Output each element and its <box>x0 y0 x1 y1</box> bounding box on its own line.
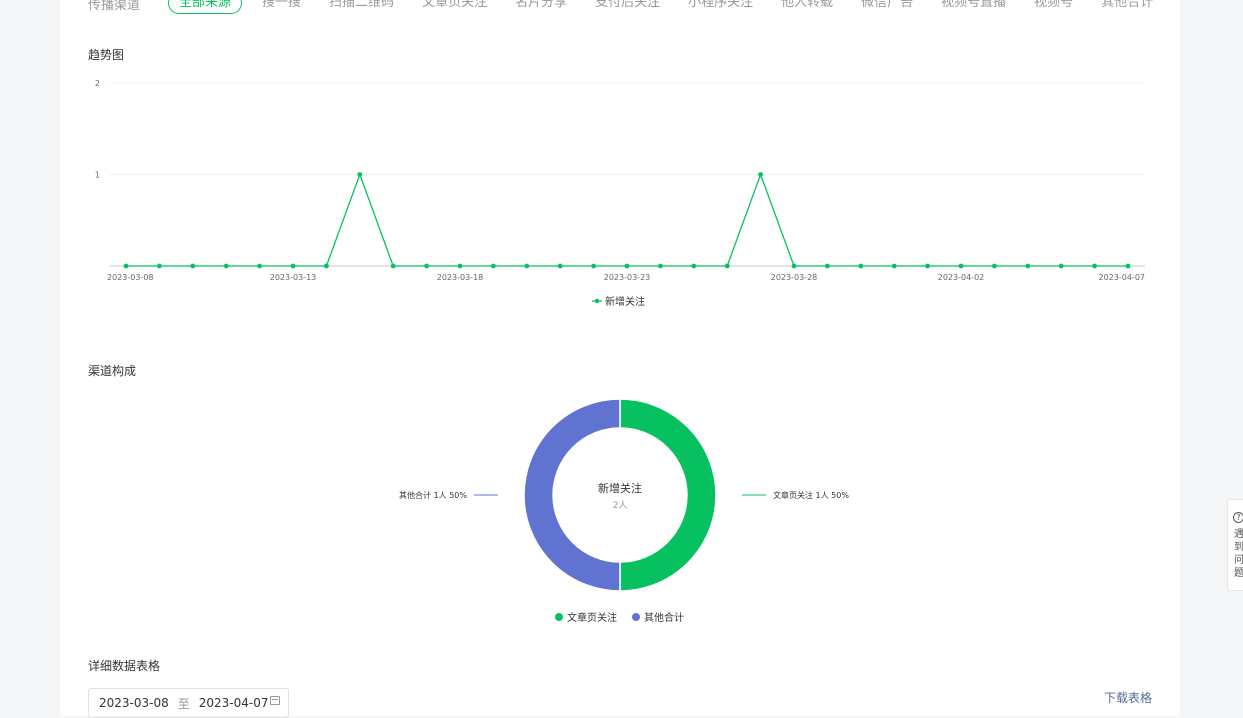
channel-tab-10[interactable]: 视频号 <box>1020 0 1087 14</box>
channel-tab-2[interactable]: 扫描二维码 <box>315 0 408 14</box>
data-point[interactable] <box>758 172 763 177</box>
data-point[interactable] <box>257 263 262 269</box>
composition-donut-chart: 文章页关注 1人 50% 其他合计 1人 50% 新增关注 2人文章页关注 其他合计 <box>399 398 849 624</box>
content-card: 传播渠道 全部来源 搜一搜 扫描二维码 文章页关注 名片分享 支付后关注 小程序关注 他人转载… <box>60 0 1180 718</box>
channel-tabs: 全部来源 搜一搜 扫描二维码 文章页关注 名片分享 支付后关注 小程序关注 他人转载 微信广告视… <box>168 0 1167 14</box>
data-point[interactable] <box>958 263 964 269</box>
data-point[interactable] <box>123 263 129 269</box>
trend-line-chart: 2 1 2023-03-08 2023-03-13 2023-03-18 2023-03-… <box>95 79 1146 308</box>
date-separator: 至 <box>177 696 190 711</box>
data-point[interactable] <box>624 263 630 269</box>
series-line-new-follows <box>126 172 1128 267</box>
data-point[interactable] <box>190 263 196 269</box>
legend-label[interactable]: 其他合计 <box>644 611 684 624</box>
legend-label[interactable]: 文章页关注 <box>567 611 617 624</box>
date-range-picker[interactable]: 2023-03-08 至 2023-04-07 <box>88 688 289 718</box>
slice-label: 其他合计 1人 50% <box>399 490 467 500</box>
data-point[interactable] <box>524 263 530 269</box>
data-point[interactable] <box>290 263 296 269</box>
donut-center-value: 2人 <box>613 500 628 511</box>
donut-slice[interactable] <box>619 398 717 592</box>
donut-slice[interactable] <box>523 398 621 592</box>
x-tick-label: 2023-04-02 <box>938 273 985 282</box>
data-point[interactable] <box>1125 263 1131 269</box>
channel-tab-7[interactable]: 他人转载 <box>767 0 847 14</box>
channel-tab-8[interactable]: 微信广告 <box>847 0 927 14</box>
data-point[interactable] <box>724 263 730 269</box>
channel-tab-4[interactable]: 名片分享 <box>501 0 581 14</box>
data-point[interactable] <box>1025 263 1031 269</box>
data-point[interactable] <box>891 263 897 269</box>
composition-chart-title: 渠道构成 <box>88 364 137 378</box>
legend-dot-icon <box>555 613 563 621</box>
date-start: 2023-03-08 <box>99 696 169 710</box>
data-point[interactable] <box>858 263 864 269</box>
slice-label: 文章页关注 1人 50% <box>773 490 849 500</box>
calendar-icon <box>270 696 280 705</box>
x-tick-label: 2023-03-18 <box>437 273 484 282</box>
data-point[interactable] <box>390 263 396 269</box>
data-point[interactable] <box>357 172 363 177</box>
channel-tab-6[interactable]: 小程序关注 <box>674 0 767 14</box>
question-icon: ? <box>1233 512 1243 523</box>
x-tick-label: 2023-03-08 <box>107 273 154 282</box>
y-tick-label: 1 <box>95 171 100 180</box>
legend-dot-icon <box>632 613 640 621</box>
x-tick-label: 2023-03-28 <box>771 273 818 282</box>
data-point[interactable] <box>157 263 162 269</box>
data-point[interactable] <box>424 263 429 269</box>
legend-marker-icon <box>594 298 600 304</box>
x-tick-label: 2023-04-07 <box>1099 273 1146 282</box>
data-point[interactable] <box>992 263 997 269</box>
data-point[interactable] <box>691 263 697 269</box>
feedback-tab[interactable]: ? 遇到问题 <box>1227 499 1243 591</box>
data-point[interactable] <box>324 263 329 269</box>
channel-tab-11[interactable]: 其他合计 <box>1087 0 1167 14</box>
data-point[interactable] <box>658 263 663 269</box>
trend-chart-title: 趋势图 <box>88 48 125 62</box>
data-point[interactable] <box>1092 263 1097 269</box>
data-point[interactable] <box>925 263 930 269</box>
line-chart-legend: 新增关注 <box>592 295 645 308</box>
channel-tab-1[interactable]: 搜一搜 <box>248 0 315 14</box>
donut-center-title: 新增关注 <box>598 481 642 495</box>
data-point[interactable] <box>223 263 229 269</box>
data-point[interactable] <box>791 263 797 269</box>
x-tick-label: 2023-03-23 <box>604 273 651 282</box>
data-point[interactable] <box>1058 263 1064 269</box>
x-tick-label: 2023-03-13 <box>270 273 317 282</box>
channel-filter-bar: 传播渠道 全部来源 搜一搜 扫描二维码 文章页关注 名片分享 支付后关注 小程序关注 他人转载… <box>88 0 1167 14</box>
feedback-label: 遇到问题 <box>1234 529 1243 579</box>
channel-tab-9[interactable]: 视频号直播 <box>927 0 1020 14</box>
data-point[interactable] <box>491 263 496 269</box>
y-tick-label: 2 <box>95 79 100 88</box>
channel-tab-5[interactable]: 支付后关注 <box>581 0 674 14</box>
channel-tab-0[interactable]: 全部来源 <box>168 0 243 14</box>
channel-filter-label: 传播渠道 <box>88 0 141 13</box>
date-end: 2023-04-07 <box>198 696 269 710</box>
detail-table-title: 详细数据表格 <box>88 659 161 673</box>
data-point[interactable] <box>591 263 596 269</box>
data-point[interactable] <box>825 263 830 269</box>
data-point[interactable] <box>457 263 463 269</box>
data-point[interactable] <box>557 263 563 269</box>
channel-tab-3[interactable]: 文章页关注 <box>408 0 501 14</box>
legend-label: 新增关注 <box>605 295 645 308</box>
download-table-link[interactable]: 下载表格 <box>1104 689 1152 706</box>
